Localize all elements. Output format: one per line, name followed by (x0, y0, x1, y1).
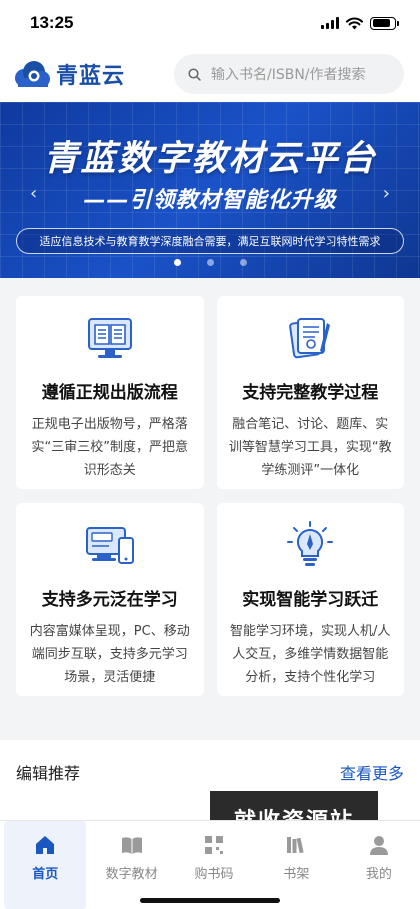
book-icon (121, 837, 142, 854)
tab-profile[interactable]: 我的 (338, 821, 420, 909)
tab-purchase-code[interactable]: 购书码 (173, 821, 255, 909)
tab-bookshelf[interactable]: 书架 (255, 821, 337, 909)
app-logo[interactable]: 青蓝云 (12, 58, 125, 90)
tab-label: 首页 (32, 867, 59, 882)
devices-icon (85, 527, 134, 564)
feature-card[interactable]: 遵循正规出版流程 正规电子出版物号，严格落实“三审三校”制度，严把意识形态关 (16, 296, 204, 489)
book-monitor-icon (87, 318, 132, 358)
logo-mark-icon (15, 61, 50, 87)
tab-label: 数字教材 (105, 867, 158, 882)
tab-home[interactable]: 首页 (4, 821, 87, 909)
feature-card[interactable]: 支持完整教学过程 融合笔记、讨论、题库、实训等智慧学习工具，实现“教学练测评”一… (216, 296, 404, 489)
feature-title: 遵循正规出版流程 (41, 383, 178, 403)
banner-next-icon[interactable]: › (383, 183, 390, 204)
shelf-icon (287, 837, 304, 854)
home-indicator (140, 898, 280, 903)
notebook-pen-icon (289, 318, 331, 359)
code-icon (205, 836, 224, 854)
user-icon (369, 836, 388, 855)
tab-label: 我的 (365, 867, 392, 882)
feature-grid: 遵循正规出版流程 正规电子出版物号，严格落实“三审三校”制度，严把意识形态关 支… (0, 278, 420, 696)
search-icon (188, 67, 201, 81)
logo-text: 青蓝云 (56, 64, 126, 89)
search-placeholder: 输入书名/ISBN/作者搜索 (211, 67, 366, 83)
search-input[interactable]: 输入书名/ISBN/作者搜索 (174, 54, 404, 94)
carousel-dot[interactable] (173, 259, 181, 266)
battery-icon (370, 16, 399, 30)
feature-card[interactable]: 支持多元泛在学习 内容富媒体呈现，PC、移动端同步互联，支持多元学习场景，灵活便… (16, 503, 204, 696)
tab-digital-textbooks[interactable]: 数字教材 (90, 821, 172, 909)
tab-label: 书架 (283, 867, 310, 882)
status-time: 13:25 (30, 13, 74, 32)
status-icons (321, 16, 399, 30)
status-bar: 13:25 (0, 0, 420, 46)
banner-tagline: 适应信息技术与教育教学深度融合需要，满足互联网时代学习特性需求 (16, 228, 404, 254)
bottom-tab-bar: 首页 数字教材 购书码 书架 我的 (0, 820, 420, 909)
cellular-signal-icon (321, 17, 339, 29)
see-more-link[interactable]: 查看更多 (340, 760, 404, 784)
feature-title: 支持完整教学过程 (242, 383, 379, 403)
lightbulb-icon (287, 521, 334, 566)
promo-banner[interactable]: 青蓝数字教材云平台 ‹ ——引领教材智能化升级 › 适应信息技术与教育教学深度融… (0, 102, 420, 278)
feature-title: 支持多元泛在学习 (41, 590, 178, 610)
tab-label: 购书码 (194, 867, 234, 882)
wifi-icon (346, 17, 363, 29)
home-icon (36, 836, 55, 854)
feature-description: 智能学习环境，实现人机/人人交互，多维学情数据智能分析，支持个性化学习 (230, 624, 391, 685)
feature-description: 内容富媒体呈现，PC、移动端同步互联，支持多元学习场景，灵活便捷 (29, 624, 190, 685)
feature-card[interactable]: 实现智能学习跃迁 智能学习环境，实现人机/人人交互，多维学情数据智能分析，支持个… (216, 503, 404, 696)
banner-title: 青蓝数字教材云平台 (43, 139, 377, 179)
banner-subtitle: ——引领教材智能化升级 (83, 188, 337, 213)
feature-description: 正规电子出版物号，严格落实“三审三校”制度，严把意识形态关 (31, 417, 188, 478)
feature-title: 实现智能学习跃迁 (242, 590, 379, 610)
carousel-dot[interactable] (206, 259, 214, 266)
carousel-dot[interactable] (239, 259, 247, 266)
feature-description: 融合笔记、讨论、题库、实训等智慧学习工具，实现“教学练测评”一体化 (228, 417, 392, 478)
app-header: 青蓝云 输入书名/ISBN/作者搜索 (0, 46, 420, 102)
carousel-dots (0, 259, 420, 266)
section-title: 编辑推荐 (16, 764, 81, 783)
